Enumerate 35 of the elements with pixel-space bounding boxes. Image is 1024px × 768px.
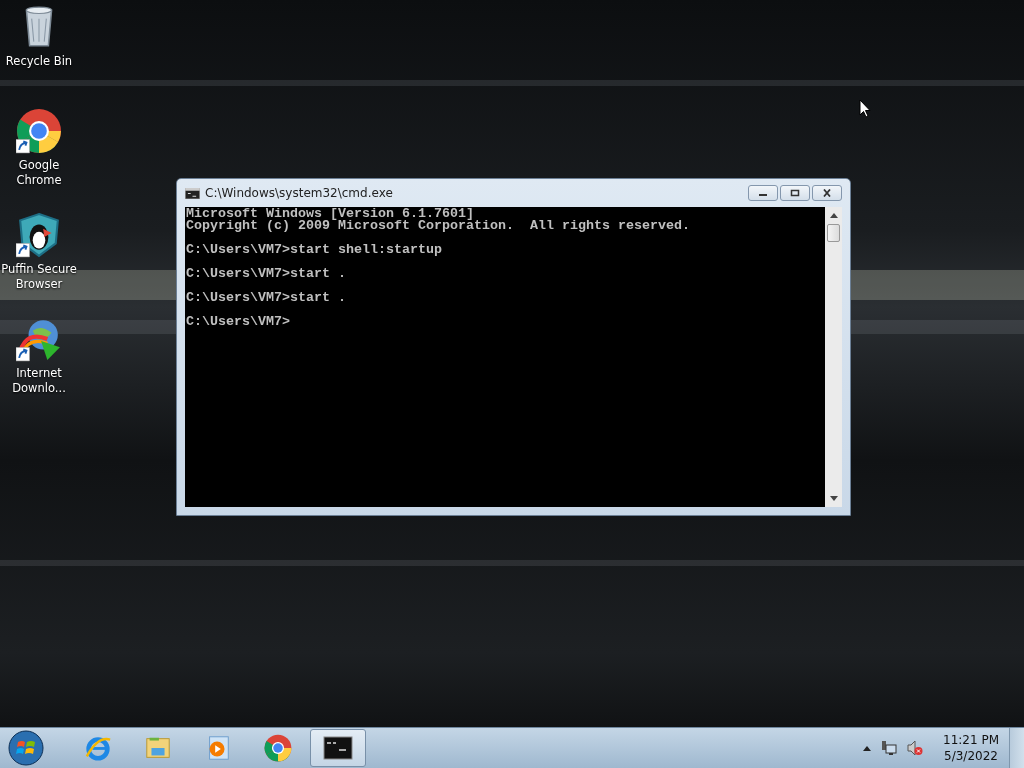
muted-speaker-icon[interactable] — [907, 740, 923, 756]
chrome-icon — [263, 734, 293, 762]
network-icon[interactable] — [881, 740, 897, 756]
console-line: Copyright (c) 2009 Microsoft Corporation. All rights reserved. — [186, 220, 691, 232]
icon-label[interactable]: Google Chrome — [0, 158, 78, 188]
mouse-pointer-icon — [859, 99, 871, 118]
clock-date: 5/3/2022 — [944, 748, 998, 764]
icon-label[interactable]: Internet Downlo... — [0, 366, 78, 396]
close-button[interactable] — [812, 185, 842, 201]
puffin-shield-icon[interactable] — [16, 212, 62, 258]
scroll-up-icon[interactable] — [829, 213, 838, 218]
restore-icon — [790, 189, 800, 197]
scroll-down-icon[interactable] — [829, 496, 838, 501]
chrome-icon[interactable] — [16, 108, 62, 154]
icon-label[interactable]: Recycle Bin — [5, 54, 73, 69]
close-icon — [822, 189, 832, 197]
window-title: C:\Windows\system32\cmd.exe — [205, 186, 393, 200]
scroll-thumb[interactable] — [827, 224, 840, 242]
console-icon — [185, 187, 200, 199]
console-line: Microsoft Windows [Version 6.1.7601] — [186, 208, 474, 220]
clock-time: 11:21 PM — [943, 732, 999, 748]
console-line: C:\Users\VM7>start . — [186, 268, 347, 280]
scrollbar[interactable] — [825, 207, 842, 507]
taskbar-button[interactable] — [310, 729, 366, 767]
minimize-button[interactable] — [748, 185, 778, 201]
clock[interactable]: 11:21 PM 5/3/2022 — [943, 732, 999, 764]
show-hidden-icons-icon[interactable] — [863, 745, 871, 751]
icon-label[interactable]: Puffin Secure Browser — [0, 262, 78, 292]
restore-button[interactable] — [780, 185, 810, 201]
console-line: C:\Users\VM7> — [186, 316, 291, 328]
e-logo-icon — [83, 734, 113, 762]
start-button[interactable] — [8, 730, 44, 766]
console-icon — [323, 734, 353, 762]
console-line: C:\Users\VM7>start . — [186, 292, 347, 304]
console-line: C:\Users\VM7>start shell:startup — [186, 244, 443, 256]
